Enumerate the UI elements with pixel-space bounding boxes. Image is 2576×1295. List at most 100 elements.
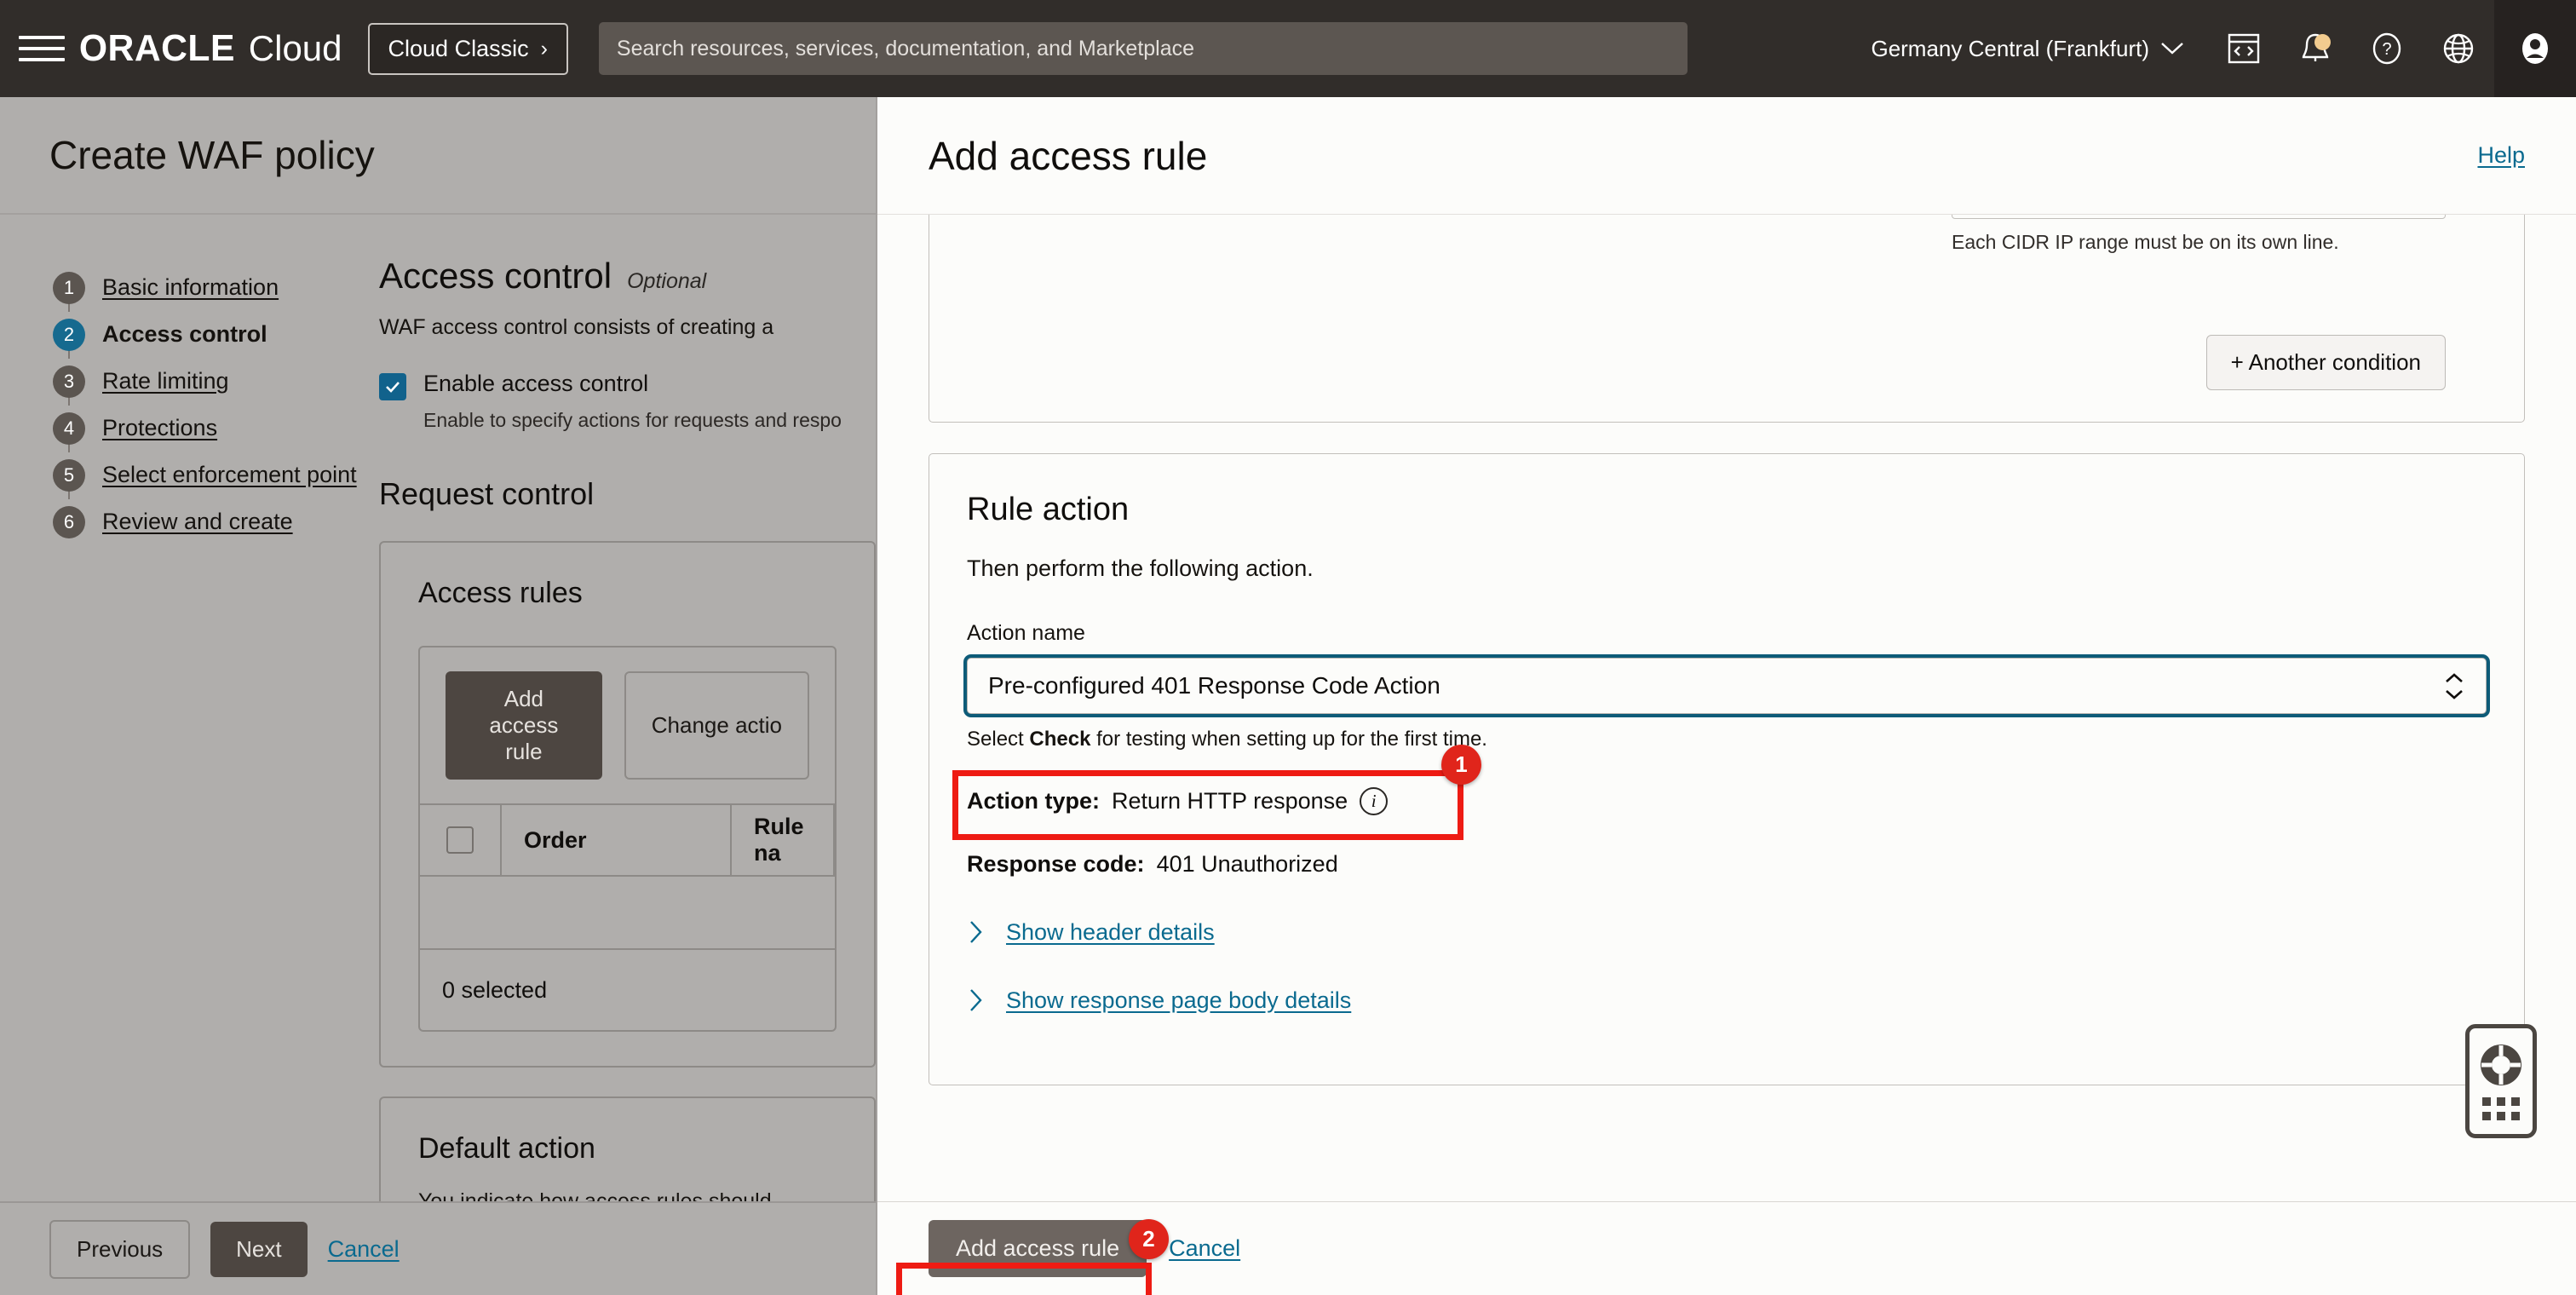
chevron-up-icon: [2446, 672, 2463, 682]
hint-suffix: for testing when setting up for the firs…: [1090, 728, 1487, 751]
panel-cancel-link[interactable]: Cancel: [1169, 1235, 1240, 1262]
search-input[interactable]: [616, 36, 1670, 61]
step-number: 4: [53, 412, 85, 445]
annotation-box-2: [896, 1263, 1152, 1295]
change-action-button[interactable]: Change actio: [624, 671, 809, 780]
another-condition-wrap: + Another condition: [2205, 335, 2446, 390]
cloud-classic-label: Cloud Classic: [388, 35, 529, 61]
step-label: Protections: [102, 415, 218, 440]
step-number: 1: [53, 271, 85, 304]
optional-tag: Optional: [627, 269, 707, 293]
table-empty-row: [420, 877, 835, 950]
enable-access-control-row[interactable]: Enable access control Enable to specify …: [379, 371, 876, 432]
default-action-title: Default action: [418, 1132, 595, 1165]
hamburger-icon[interactable]: [19, 30, 65, 67]
access-rules-table: Add access rule Change actio Order Rule …: [418, 646, 837, 1032]
action-name-value: Pre-configured 401 Response Code Action: [988, 672, 1440, 699]
hint-bold: Check: [1029, 728, 1091, 751]
action-name-hint: Select Check for testing when setting up…: [967, 728, 2487, 751]
select-stepper-icon[interactable]: [2443, 672, 2465, 700]
action-name-select[interactable]: Pre-configured 401 Response Code Action: [967, 658, 2487, 714]
step-number: 5: [53, 458, 85, 492]
create-waf-policy-wizard: Create WAF policy 1 Basic information 2 …: [0, 97, 877, 1295]
step-label: Select enforcement point: [102, 462, 357, 487]
add-access-rule-button-wizard[interactable]: Add access rule: [446, 671, 602, 780]
show-header-details-label: Show header details: [1006, 918, 1215, 945]
select-all-cell: [420, 805, 502, 875]
action-name-field: Pre-configured 401 Response Code Action: [967, 658, 2487, 714]
select-all-checkbox[interactable]: [446, 826, 474, 854]
condition-panel: Each CIDR IP range must be on its own li…: [929, 215, 2525, 423]
annotation-badge-2: 2: [1129, 1219, 1169, 1259]
oracle-wordmark: ORACLE: [78, 27, 235, 69]
access-control-heading: Access control Optional: [379, 256, 876, 296]
response-code-label: Response code:: [967, 851, 1145, 877]
globe-icon[interactable]: [2423, 0, 2494, 97]
panel-scroll-region: Each CIDR IP range must be on its own li…: [877, 215, 2576, 1201]
help-circle-icon[interactable]: ?: [2351, 0, 2423, 97]
access-rules-toolbar: Add access rule Change actio: [420, 648, 835, 803]
chevron-right-icon: ›: [540, 36, 548, 60]
support-widget[interactable]: [2465, 1024, 2537, 1138]
panel-title: Add access rule: [929, 133, 1208, 178]
chevron-right-icon: [970, 989, 982, 1011]
checkmark-icon: [386, 382, 400, 393]
sidebar-item-access-control[interactable]: 2 Access control: [53, 311, 379, 359]
drag-handle-dots[interactable]: [2482, 1097, 2520, 1120]
step-number: 2: [53, 318, 85, 351]
app-shell: Create WAF policy 1 Basic information 2 …: [0, 97, 2576, 1295]
wizard-step-list: 1 Basic information 2 Access control 3 R…: [0, 215, 379, 1201]
column-header-rule-name: Rule na: [732, 805, 835, 875]
previous-button[interactable]: Previous: [49, 1219, 191, 1279]
enable-access-control-checkbox[interactable]: [379, 373, 406, 400]
sidebar-item-basic-information[interactable]: 1 Basic information: [53, 264, 379, 312]
cloud-classic-button[interactable]: Cloud Classic ›: [367, 22, 568, 75]
hint-prefix: Select: [967, 728, 1030, 751]
section-title: Access control: [379, 256, 612, 296]
next-button[interactable]: Next: [210, 1221, 308, 1277]
notification-badge: [2314, 34, 2331, 50]
step-number: 3: [53, 365, 85, 398]
access-control-section: Access control Optional WAF access contr…: [379, 215, 876, 1201]
table-header-row: Order Rule na: [420, 803, 835, 877]
top-navigation-bar: ORACLE Cloud Cloud Classic › Germany Cen…: [0, 0, 2576, 97]
rule-action-panel: Rule action Then perform the following a…: [929, 453, 2525, 1085]
sidebar-item-select-enforcement-point[interactable]: 5 Select enforcement point: [53, 452, 379, 499]
action-name-label: Action name: [967, 621, 1085, 645]
chevron-down-icon: [2446, 689, 2463, 699]
cidr-textarea[interactable]: [1952, 215, 2446, 219]
help-link[interactable]: Help: [2477, 142, 2525, 169]
cidr-textarea-group: Each CIDR IP range must be on its own li…: [1952, 215, 2446, 254]
show-response-body-label: Show response page body details: [1006, 987, 1352, 1013]
life-ring-icon: [2481, 1045, 2521, 1085]
add-access-rule-panel: Add access rule Help Each CIDR IP range …: [877, 97, 2576, 1295]
cloud-wordmark: Cloud: [248, 28, 342, 68]
step-label: Access control: [102, 321, 267, 347]
another-condition-button[interactable]: + Another condition: [2205, 335, 2446, 390]
wizard-cancel-link[interactable]: Cancel: [328, 1236, 400, 1263]
default-action-line-1: You indicate how access rules should: [418, 1189, 772, 1201]
wizard-titlebar: Create WAF policy: [0, 97, 876, 215]
sidebar-item-rate-limiting[interactable]: 3 Rate limiting: [53, 358, 379, 406]
sidebar-item-review-and-create[interactable]: 6 Review and create: [53, 498, 379, 545]
notifications-bell-icon[interactable]: [2280, 0, 2351, 97]
access-rules-card: Access rules Add access rule Change acti…: [379, 541, 876, 1068]
show-response-body-toggle[interactable]: Show response page body details: [967, 987, 2487, 1014]
annotation-box-1: [952, 770, 1463, 840]
page-title: Create WAF policy: [49, 133, 375, 177]
show-header-details-toggle[interactable]: Show header details: [967, 918, 2487, 946]
sidebar-item-protections[interactable]: 4 Protections: [53, 405, 379, 452]
section-description: WAF access control consists of creating …: [379, 315, 774, 339]
oracle-cloud-logo[interactable]: ORACLE Cloud: [77, 27, 342, 70]
step-label: Basic information: [102, 274, 279, 300]
access-rules-title: Access rules: [418, 577, 583, 609]
cloud-shell-icon[interactable]: [2208, 0, 2280, 97]
user-avatar[interactable]: [2494, 0, 2576, 97]
step-label: Review and create: [102, 509, 293, 534]
chevron-right-icon: [970, 921, 982, 943]
global-search[interactable]: [598, 22, 1688, 75]
svg-text:?: ?: [2382, 40, 2391, 59]
panel-titlebar: Add access rule Help: [877, 97, 2576, 215]
region-selector[interactable]: Germany Central (Frankfurt): [1847, 36, 2208, 62]
region-label: Germany Central (Frankfurt): [1871, 35, 2149, 61]
